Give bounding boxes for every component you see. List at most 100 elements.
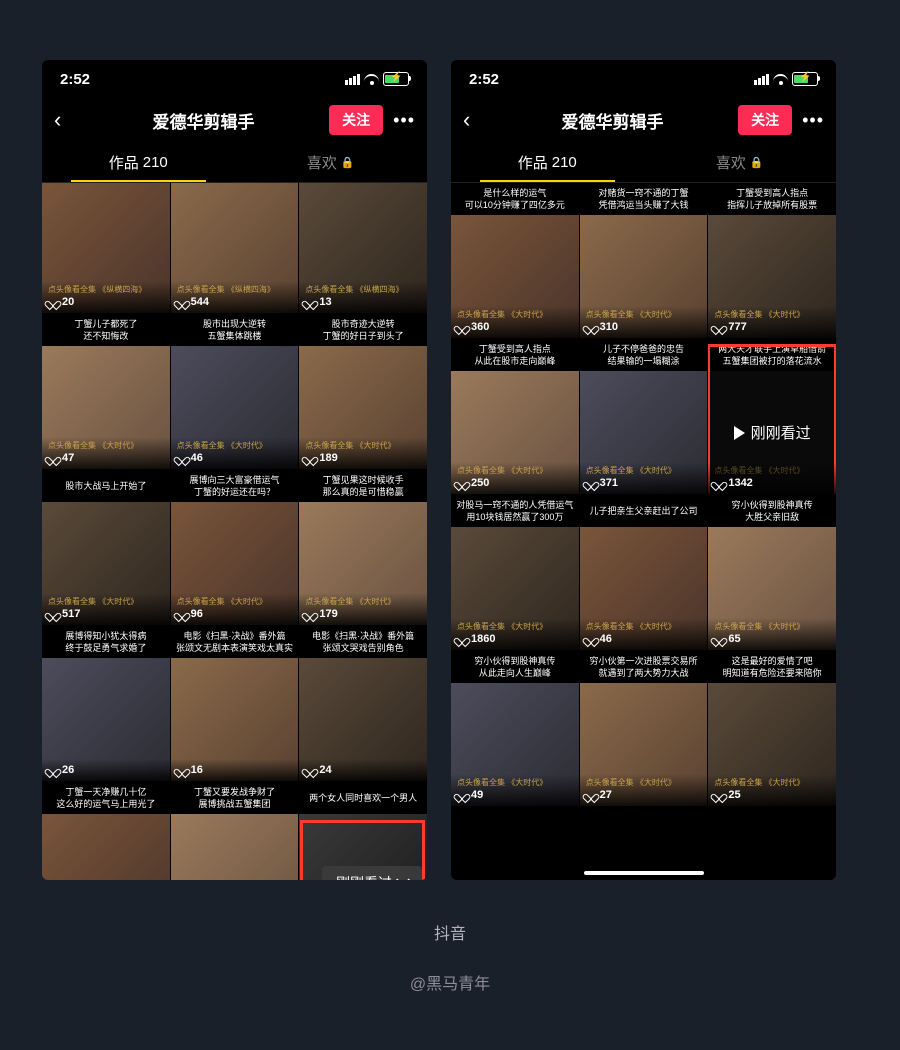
caption-app: 抖音: [0, 920, 900, 944]
video-footer: 点头像看全集 《大时代》65: [708, 618, 836, 650]
video-cell[interactable]: 点头像看全集 《纵横四海》544: [171, 183, 299, 313]
heart-icon: [177, 297, 188, 307]
heart-icon: [48, 765, 59, 775]
just-watched-pill[interactable]: 刚刚看过: [322, 866, 422, 880]
video-footer: 点头像看全集 《大时代》310: [580, 306, 708, 338]
series-tag: 点头像看全集 《大时代》: [305, 441, 421, 451]
like-count: 371: [586, 477, 702, 489]
video-cell[interactable]: 丁蟹又要发战争财了展博挑战五蟹集团: [171, 782, 299, 880]
heart-icon: [714, 322, 725, 332]
video-cell[interactable]: 电影《扫黑·决战》番外篇张颂文哭戏告别角色24: [299, 626, 427, 781]
more-button[interactable]: •••: [393, 110, 415, 131]
video-title: 丁蟹又要发战争财了展博挑战五蟹集团: [171, 782, 299, 814]
video-cell[interactable]: 点头像看全集 《纵横四海》20: [42, 183, 170, 313]
video-cell[interactable]: 股市出现大逆转五蟹集体跳楼点头像看全集 《大时代》46: [171, 314, 299, 469]
series-tag: 点头像看全集 《大时代》: [586, 622, 702, 632]
video-cell[interactable]: 丁蟹受到高人指点指挥儿子放掉所有股票点头像看全集 《大时代》777: [708, 183, 836, 338]
wifi-icon: [773, 74, 788, 85]
video-title: 丁蟹见果这时候收手那么真的是可惜稳赢: [299, 470, 427, 502]
heart-icon: [586, 322, 597, 332]
like-count: 189: [305, 452, 421, 464]
wifi-icon: [364, 74, 379, 85]
video-cell[interactable]: 丁蟹见果这时候收手那么真的是可惜稳赢点头像看全集 《大时代》179: [299, 470, 427, 625]
signal-icon: [754, 74, 769, 85]
like-count: 544: [177, 296, 293, 308]
video-title: 这是最好的爱情了吧明知道有危险还要来陪你: [708, 651, 836, 683]
battery-icon: ⚡: [792, 72, 818, 86]
video-cell[interactable]: 对股马一窍不通的人凭借运气用10块钱居然赢了300万点头像看全集 《大时代》18…: [451, 495, 579, 650]
video-cell[interactable]: 两大天才联手上演草船借箭五蟹集团被打的落花流水刚刚看过点头像看全集 《大时代》1…: [708, 339, 836, 494]
video-cell[interactable]: 电影《扫黑·决战》番外篇张颂文无剧本表演笑戏太真实16: [171, 626, 299, 781]
nav-bar: ‹ 爱德华剪辑手 关注 •••: [42, 98, 427, 142]
video-grid: 是什么样的运气可以10分钟赚了四亿多元点头像看全集 《大时代》360对赌货一窍不…: [451, 183, 836, 880]
heart-icon: [714, 634, 725, 644]
tab-likes[interactable]: 喜欢 🔒: [235, 142, 428, 182]
video-cell[interactable]: 穷小伙得到股神真传从此走向人生巅峰点头像看全集 《大时代》49: [451, 651, 579, 806]
series-tag: 点头像看全集 《纵横四海》: [305, 285, 421, 295]
video-title: 穷小伙得到股神真传大胜父亲旧敌: [708, 495, 836, 527]
video-title: 股市出现大逆转五蟹集体跳楼: [171, 314, 299, 346]
status-time: 2:52: [60, 71, 90, 88]
chevron-down-icon: [398, 878, 408, 880]
video-footer: 点头像看全集 《大时代》371: [580, 462, 708, 494]
more-button[interactable]: •••: [802, 110, 824, 131]
heart-icon: [586, 634, 597, 644]
video-grid: 点头像看全集 《纵横四海》20点头像看全集 《纵横四海》544点头像看全集 《纵…: [42, 183, 427, 880]
video-footer: 点头像看全集 《大时代》360: [451, 306, 579, 338]
heart-icon: [48, 453, 59, 463]
video-cell[interactable]: 展博得知小犹太得病终于鼓足勇气求婚了26: [42, 626, 170, 781]
series-tag: 点头像看全集 《大时代》: [305, 597, 421, 607]
video-footer: 点头像看全集 《纵横四海》13: [299, 281, 427, 313]
tab-likes[interactable]: 喜欢 🔒: [644, 142, 837, 182]
like-count: 27: [586, 789, 702, 801]
series-tag: 点头像看全集 《大时代》: [457, 466, 573, 476]
series-tag: 点头像看全集 《大时代》: [586, 310, 702, 320]
tab-likes-label: 喜欢: [716, 152, 746, 173]
like-count: 16: [177, 764, 293, 776]
video-title: 穷小伙得到股神真传从此走向人生巅峰: [451, 651, 579, 683]
video-cell[interactable]: 丁蟹儿子都死了还不知悔改点头像看全集 《大时代》47: [42, 314, 170, 469]
tab-works[interactable]: 作品 210: [42, 142, 235, 182]
video-footer: 点头像看全集 《纵横四海》20: [42, 281, 170, 313]
video-cell[interactable]: 点头像看全集 《纵横四海》13: [299, 183, 427, 313]
video-footer: 点头像看全集 《大时代》96: [171, 593, 299, 625]
play-icon: [734, 426, 745, 440]
video-cell[interactable]: 这是最好的爱情了吧明知道有危险还要来陪你点头像看全集 《大时代》25: [708, 651, 836, 806]
like-count: 65: [714, 633, 830, 645]
heart-icon: [177, 765, 188, 775]
back-button[interactable]: ‹: [54, 107, 78, 133]
series-tag: 点头像看全集 《纵横四海》: [48, 285, 164, 295]
video-title: 儿子把亲生父亲赶出了公司: [580, 495, 708, 527]
video-footer: 点头像看全集 《大时代》179: [299, 593, 427, 625]
video-cell[interactable]: 股市奇迹大逆转丁蟹的好日子到头了点头像看全集 《大时代》189: [299, 314, 427, 469]
video-cell[interactable]: 丁蟹一天净赚几十亿这么好的运气马上用光了: [42, 782, 170, 880]
video-cell[interactable]: 对赌货一窍不通的丁蟹凭借鸿运当头赚了大钱点头像看全集 《大时代》310: [580, 183, 708, 338]
series-tag: 点头像看全集 《纵横四海》: [177, 285, 293, 295]
video-title: 股市大战马上开始了: [42, 470, 170, 502]
video-title: 对赌货一窍不通的丁蟹凭借鸿运当头赚了大钱: [580, 183, 708, 215]
video-cell[interactable]: 穷小伙得到股神真传大胜父亲旧敌点头像看全集 《大时代》65: [708, 495, 836, 650]
follow-button[interactable]: 关注: [329, 105, 383, 135]
follow-button[interactable]: 关注: [738, 105, 792, 135]
video-cell[interactable]: 股市大战马上开始了点头像看全集 《大时代》517: [42, 470, 170, 625]
video-title: 穷小伙第一次进股票交易所就遇到了两大势力大战: [580, 651, 708, 683]
video-footer: 点头像看全集 《大时代》1860: [451, 618, 579, 650]
series-tag: 点头像看全集 《大时代》: [177, 597, 293, 607]
video-cell[interactable]: 儿子把亲生父亲赶出了公司点头像看全集 《大时代》46: [580, 495, 708, 650]
heart-icon: [177, 453, 188, 463]
heart-icon: [305, 609, 316, 619]
video-cell[interactable]: 展博向三大富豪借运气丁蟹的好运还在吗？点头像看全集 《大时代》96: [171, 470, 299, 625]
back-button[interactable]: ‹: [463, 107, 487, 133]
video-cell[interactable]: 丁蟹受到高人指点从此在股市走向巅峰点头像看全集 《大时代》250: [451, 339, 579, 494]
video-title: 展博得知小犹太得病终于鼓足勇气求婚了: [42, 626, 170, 658]
video-cell[interactable]: 穷小伙第一次进股票交易所就遇到了两大势力大战点头像看全集 《大时代》27: [580, 651, 708, 806]
video-cell[interactable]: 儿子不停爸爸的忠告结果输的一塌糊涂点头像看全集 《大时代》371: [580, 339, 708, 494]
tab-works[interactable]: 作品 210: [451, 142, 644, 182]
like-count: 13: [305, 296, 421, 308]
signal-icon: [345, 74, 360, 85]
home-indicator[interactable]: [584, 871, 704, 875]
heart-icon: [305, 453, 316, 463]
like-count: 777: [714, 321, 830, 333]
like-count: 310: [586, 321, 702, 333]
video-cell[interactable]: 是什么样的运气可以10分钟赚了四亿多元点头像看全集 《大时代》360: [451, 183, 579, 338]
